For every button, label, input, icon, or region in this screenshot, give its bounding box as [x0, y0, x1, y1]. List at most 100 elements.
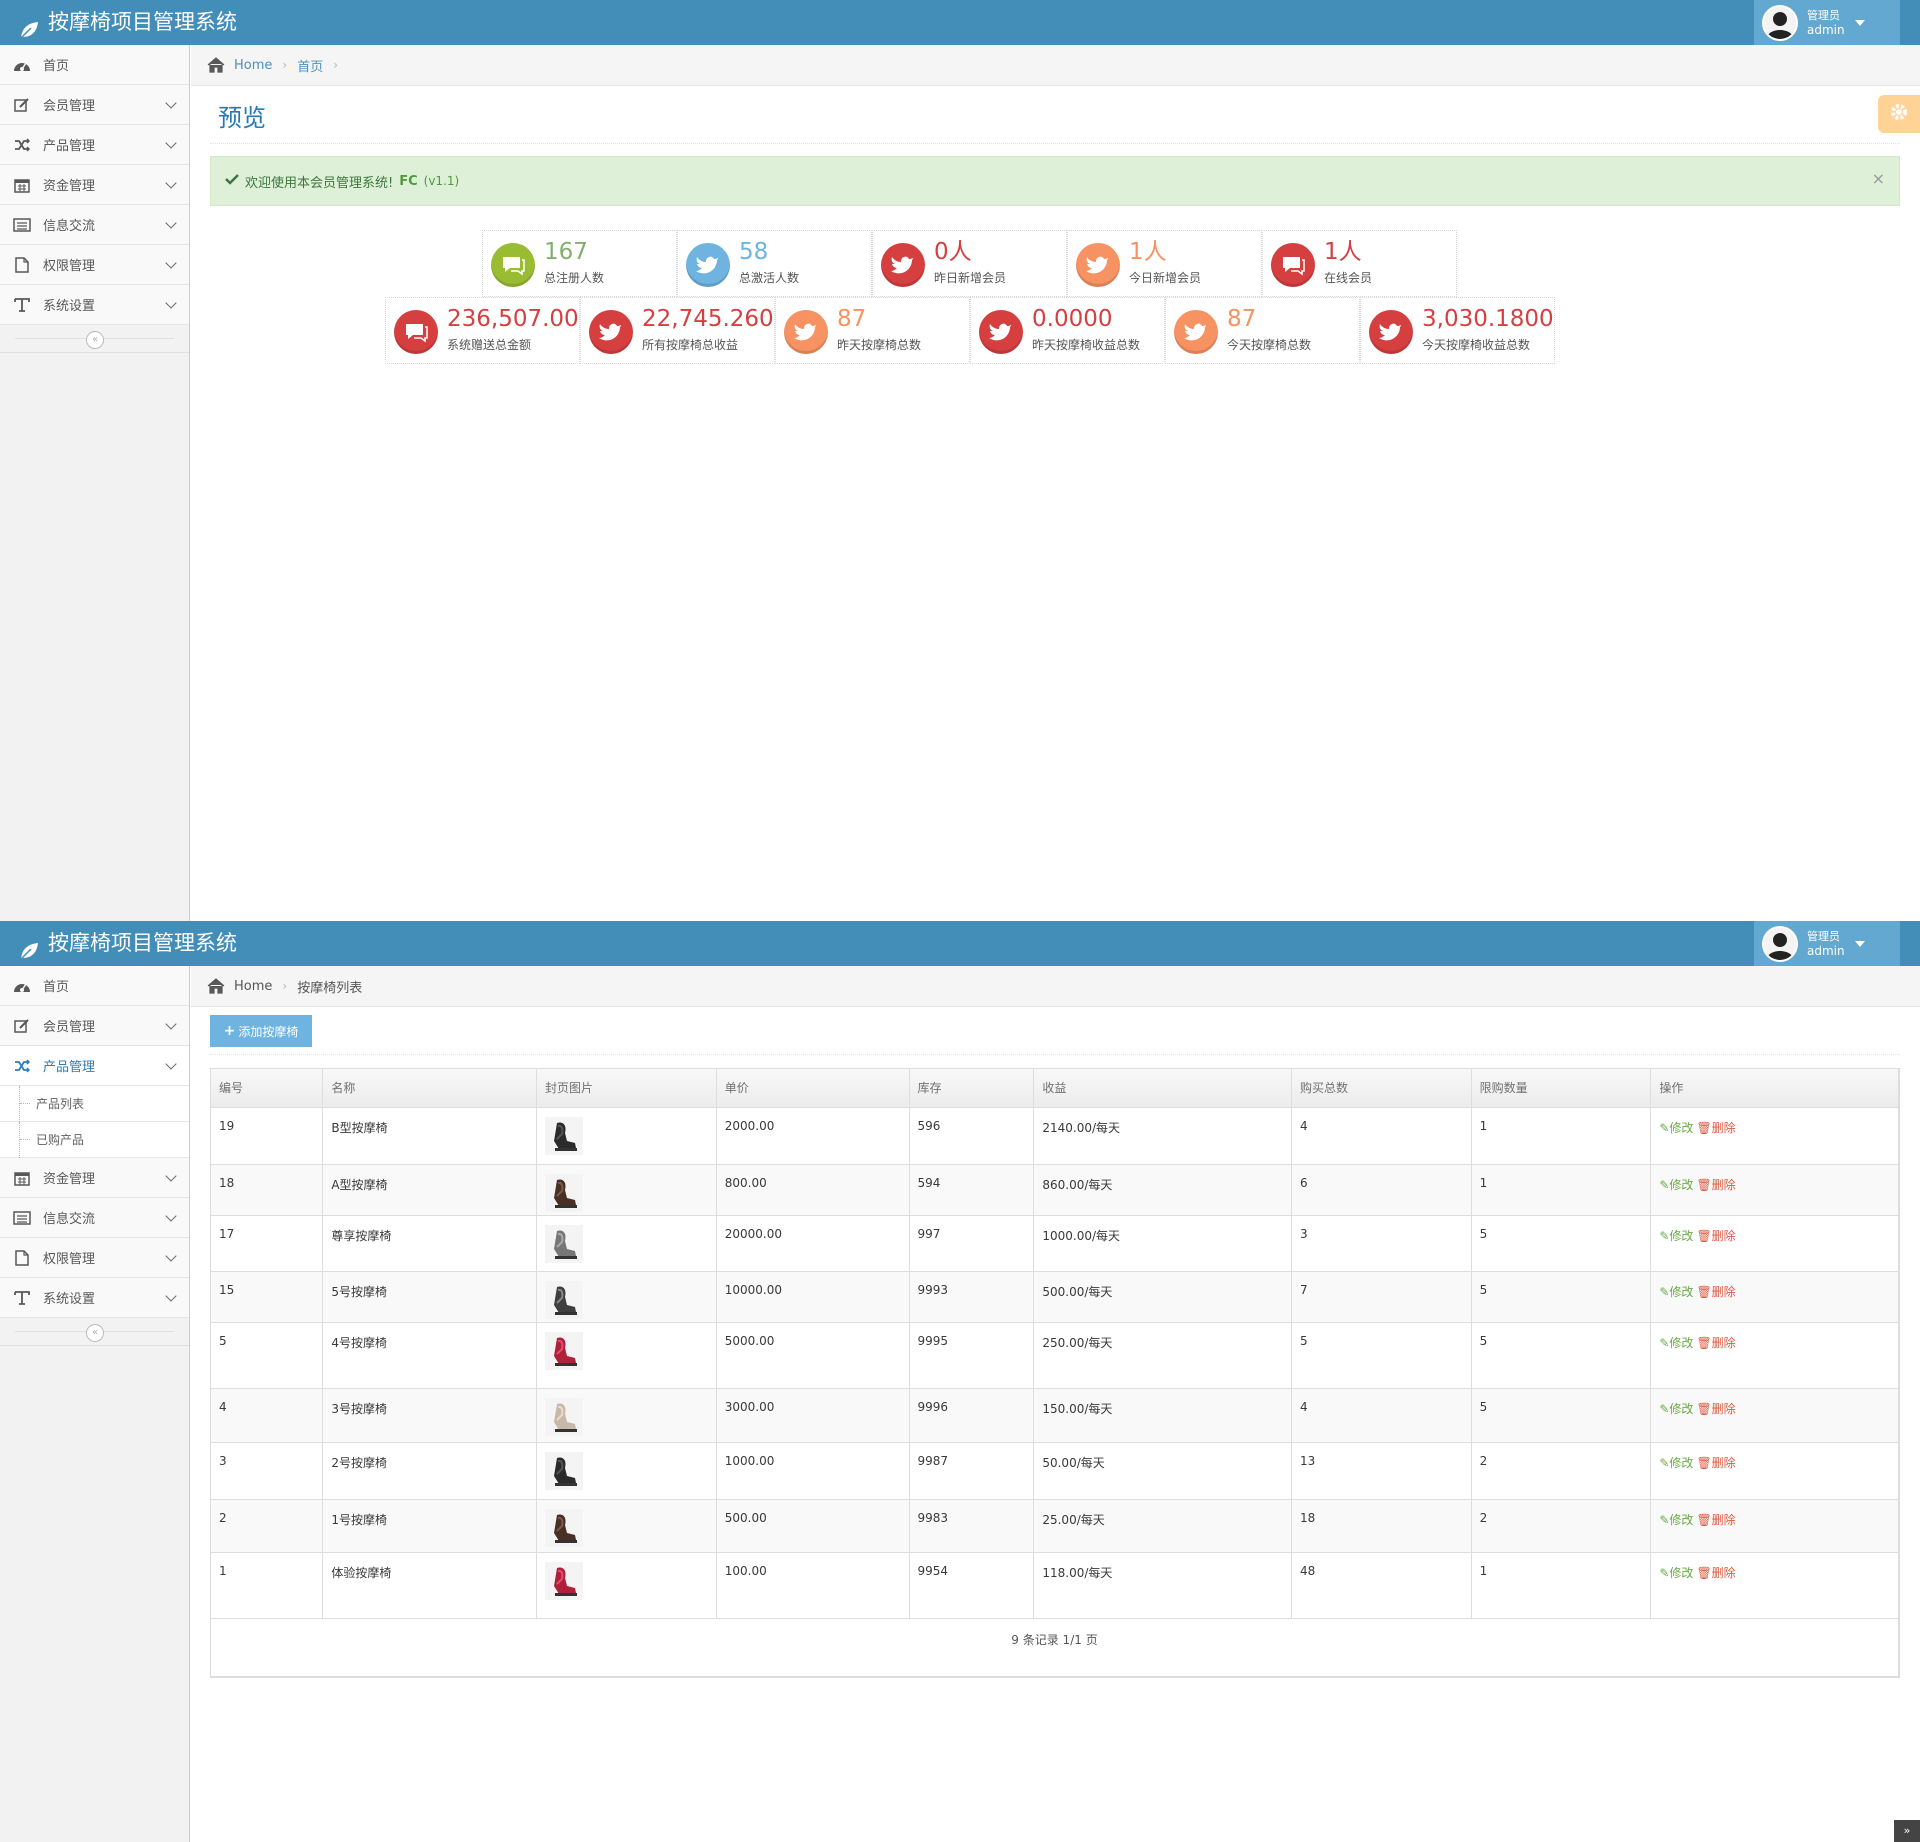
user-name: admin — [1807, 943, 1845, 958]
edit-link[interactable]: ✎修改 — [1659, 1402, 1693, 1416]
collapse-icon[interactable]: « — [86, 1324, 104, 1342]
trash-icon: 🗑 — [1696, 1401, 1712, 1416]
edit-link[interactable]: ✎修改 — [1659, 1513, 1693, 1527]
sidebar-item-home[interactable]: 首页 — [0, 45, 189, 85]
delete-link[interactable]: 🗑删除 — [1696, 1336, 1735, 1350]
column-header[interactable]: 封页图片 — [536, 1069, 717, 1108]
user-menu[interactable]: 管理员 admin — [1754, 0, 1900, 45]
massage-chair-image[interactable] — [544, 1331, 583, 1373]
trash-icon: 🗑 — [1696, 1335, 1712, 1350]
column-header[interactable]: 操作 — [1650, 1069, 1899, 1108]
avatar — [1762, 925, 1798, 962]
delete-link[interactable]: 🗑删除 — [1696, 1513, 1735, 1527]
sidebar-item-messages[interactable]: 信息交流 — [0, 1198, 189, 1238]
avatar — [1762, 4, 1798, 41]
sidebar-item-members[interactable]: 会员管理 — [0, 1006, 189, 1046]
column-header[interactable]: 名称 — [322, 1069, 537, 1108]
column-header[interactable]: 收益 — [1033, 1069, 1292, 1108]
brand[interactable]: 按摩椅项目管理系统 — [18, 0, 237, 45]
massage-chair-image[interactable] — [544, 1280, 583, 1322]
sidebar-item-finance[interactable]: 资金管理 — [0, 1158, 189, 1198]
chevron-down-icon — [165, 1250, 177, 1262]
delete-link[interactable]: 🗑删除 — [1696, 1402, 1735, 1416]
massage-chair-image[interactable] — [544, 1451, 583, 1493]
massage-chair-image[interactable] — [544, 1224, 583, 1266]
delete-link[interactable]: 🗑删除 — [1696, 1121, 1735, 1135]
sidebar-item-members[interactable]: 会员管理 — [0, 85, 189, 125]
edit-link[interactable]: ✎修改 — [1659, 1566, 1693, 1580]
settings-button[interactable] — [1878, 95, 1920, 133]
massage-chair-image[interactable] — [544, 1508, 583, 1550]
stat-value: 22,745.2600 — [642, 306, 789, 332]
column-header[interactable]: 编号 — [211, 1069, 324, 1108]
cell-cover — [536, 1107, 717, 1165]
cell-bought: 3 — [1291, 1215, 1472, 1272]
edit-link[interactable]: ✎修改 — [1659, 1121, 1693, 1135]
table-row: 4 3号按摩椅 3000.00 9996 150.00/每天 4 5 ✎修改 🗑删除 — [211, 1388, 1899, 1443]
sidebar-item-permissions[interactable]: 权限管理 — [0, 1238, 189, 1278]
scroll-top-button[interactable]: » — [1894, 1820, 1920, 1842]
column-header[interactable]: 库存 — [909, 1069, 1035, 1108]
sidebar-item-permissions[interactable]: 权限管理 — [0, 245, 189, 285]
breadcrumb-home[interactable]: Home — [234, 58, 272, 73]
brand[interactable]: 按摩椅项目管理系统 — [18, 921, 237, 966]
delete-link[interactable]: 🗑删除 — [1696, 1285, 1735, 1299]
breadcrumb: Home › 按摩椅列表 — [191, 966, 1920, 1007]
plus-icon: + — [223, 1023, 236, 1039]
sidebar-item-finance[interactable]: 资金管理 — [0, 165, 189, 205]
dashboard-icon — [13, 978, 31, 994]
cell-actions: ✎修改 🗑删除 — [1650, 1499, 1899, 1553]
add-chair-label: 添加按摩椅 — [238, 1024, 299, 1039]
delete-link[interactable]: 🗑删除 — [1696, 1229, 1735, 1243]
cell-stock: 594 — [909, 1164, 1035, 1216]
table-row: 18 A型按摩椅 800.00 594 860.00/每天 6 1 ✎修改 🗑删除 — [211, 1164, 1899, 1216]
stat-infobox: 1人 今日新增会员 — [1067, 230, 1262, 297]
cell-price: 800.00 — [716, 1164, 910, 1216]
trash-icon: 🗑 — [1696, 1120, 1712, 1135]
delete-label: 删除 — [1711, 1177, 1736, 1192]
collapse-icon[interactable]: « — [86, 331, 104, 349]
sidebar-item-settings[interactable]: 系统设置 — [0, 285, 189, 325]
edit-link[interactable]: ✎修改 — [1659, 1456, 1693, 1470]
column-header[interactable]: 购买总数 — [1291, 1069, 1472, 1108]
sidebar-item-home[interactable]: 首页 — [0, 966, 189, 1006]
massage-chair-image[interactable] — [544, 1397, 583, 1439]
column-header[interactable]: 单价 — [716, 1069, 910, 1108]
sidebar-item-settings[interactable]: 系统设置 — [0, 1278, 189, 1318]
edit-link[interactable]: ✎修改 — [1659, 1178, 1693, 1192]
sidebar-item-products[interactable]: 产品管理 — [0, 125, 189, 165]
chevron-down-icon — [165, 97, 177, 109]
cell-price: 500.00 — [716, 1499, 910, 1553]
user-menu[interactable]: 管理员 admin — [1754, 921, 1900, 966]
massage-chair-image[interactable] — [544, 1561, 583, 1603]
table-row: 1 体验按摩椅 100.00 9954 118.00/每天 48 1 ✎修改 🗑删除 — [211, 1552, 1899, 1619]
edit-link[interactable]: ✎修改 — [1659, 1229, 1693, 1243]
massage-chair-image[interactable] — [544, 1173, 583, 1215]
sidebar-item-messages[interactable]: 信息交流 — [0, 205, 189, 245]
close-icon[interactable]: × — [1872, 169, 1885, 188]
edit-label: 修改 — [1669, 1565, 1694, 1580]
cell-cover — [536, 1322, 717, 1389]
breadcrumb-home[interactable]: Home — [234, 979, 272, 994]
leaf-icon — [18, 933, 40, 960]
edit-link[interactable]: ✎修改 — [1659, 1285, 1693, 1299]
trash-icon: 🗑 — [1696, 1565, 1712, 1580]
cell-price: 10000.00 — [716, 1271, 910, 1323]
stat-value: 58 — [739, 239, 769, 265]
delete-link[interactable]: 🗑删除 — [1696, 1178, 1735, 1192]
chevron-down-icon — [165, 177, 177, 189]
column-header[interactable]: 限购数量 — [1471, 1069, 1652, 1108]
submenu-item-purchased[interactable]: 已购产品 — [0, 1122, 189, 1158]
delete-label: 删除 — [1711, 1401, 1736, 1416]
edit-label: 修改 — [1669, 1177, 1694, 1192]
delete-link[interactable]: 🗑删除 — [1696, 1566, 1735, 1580]
massage-chair-image[interactable] — [544, 1116, 583, 1158]
submenu-item-product-list[interactable]: 产品列表 — [0, 1086, 189, 1122]
stat-value: 167 — [544, 239, 588, 265]
add-chair-button[interactable]: + 添加按摩椅 — [210, 1015, 312, 1047]
breadcrumb-current[interactable]: 首页 — [297, 56, 323, 75]
edit-link[interactable]: ✎修改 — [1659, 1336, 1693, 1350]
breadcrumb-separator: › — [333, 58, 339, 72]
delete-link[interactable]: 🗑删除 — [1696, 1456, 1735, 1470]
sidebar-item-products[interactable]: 产品管理 — [0, 1046, 189, 1086]
